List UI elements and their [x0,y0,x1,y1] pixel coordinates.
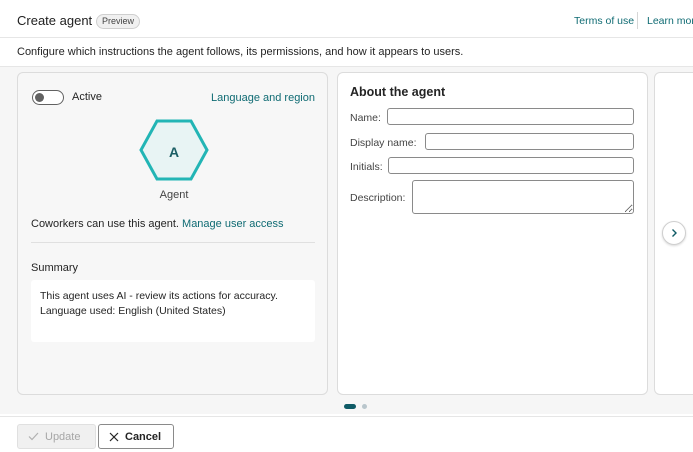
close-icon [109,432,119,441]
agent-avatar: A [138,118,210,182]
pager-dot-active[interactable] [344,404,356,409]
active-toggle[interactable] [32,90,64,105]
about-agent-title: About the agent [350,85,446,99]
description-field[interactable] [412,180,634,214]
summary-heading: Summary [31,262,79,274]
dialog-description: Configure which instructions the agent f… [17,46,464,58]
dialog-header: Create agent Preview Terms of use Learn … [0,0,693,38]
update-label: Update [45,430,81,443]
active-toggle-label: Active [72,91,102,103]
summary-box: This agent uses AI - review its actions … [31,280,315,342]
toggle-knob [35,93,44,102]
update-button[interactable]: Update [17,424,96,449]
terms-of-use-link[interactable]: Terms of use [574,15,634,27]
header-divider [637,12,638,29]
description-label: Description: [350,192,406,204]
avatar-caption: Agent [159,189,189,201]
learn-more-link[interactable]: Learn more [647,15,693,27]
language-region-link[interactable]: Language and region [211,92,315,104]
chevron-right-icon [672,229,677,237]
name-field[interactable] [387,108,634,125]
preview-badge: Preview [96,14,141,29]
avatar-initial: A [168,144,180,160]
initials-field[interactable] [388,157,634,174]
initials-label: Initials: [350,161,383,173]
cancel-label: Cancel [125,430,162,443]
summary-line: Language used: English (United States) [40,305,226,317]
cancel-button[interactable]: Cancel [98,424,174,449]
footer-divider [0,416,693,417]
dialog-title: Create agent [17,13,93,28]
checkmark-icon [28,432,39,441]
display-name-field[interactable] [425,133,634,150]
access-text: Coworkers can use this agent. [31,218,179,230]
summary-line: This agent uses AI - review its actions … [40,290,278,302]
carousel-next-button[interactable] [662,221,686,245]
section-divider [31,242,315,243]
pager-dot[interactable] [362,404,367,409]
access-info: Coworkers can use this agent. Manage use… [31,218,284,230]
manage-user-access-link[interactable]: Manage user access [182,218,284,230]
display-name-label: Display name: [350,137,417,149]
name-label: Name: [350,112,381,124]
